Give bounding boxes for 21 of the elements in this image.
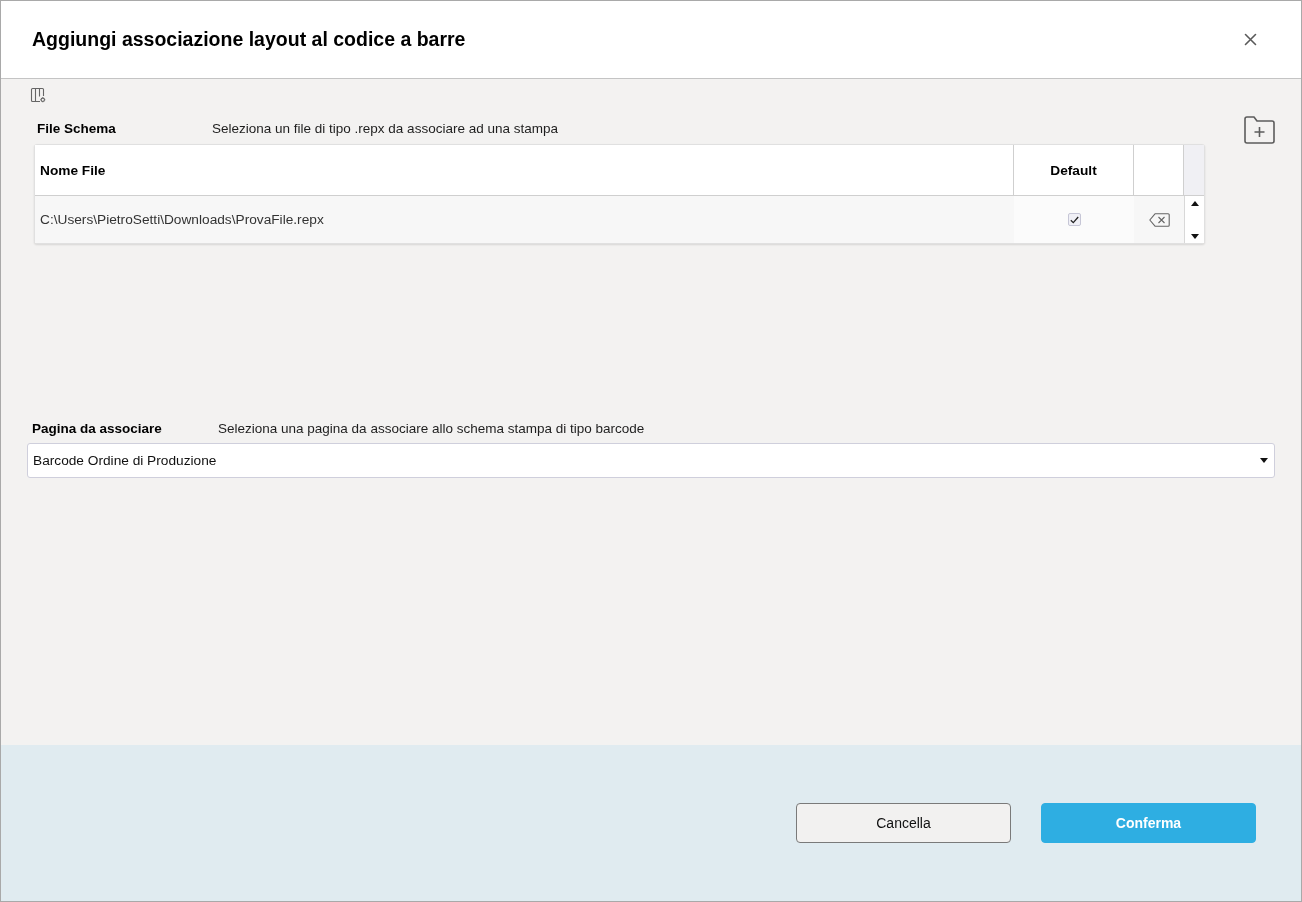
add-folder-button[interactable] bbox=[1244, 116, 1275, 144]
caret-icon bbox=[1260, 458, 1268, 463]
file-path-cell: C:\Users\PietroSetti\Downloads\ProvaFile.repx bbox=[35, 196, 1014, 243]
scrollbar[interactable] bbox=[1184, 196, 1204, 243]
default-checkbox[interactable] bbox=[1067, 213, 1081, 226]
section-label: Pagina da associare bbox=[32, 420, 163, 436]
close-button[interactable] bbox=[1244, 33, 1257, 46]
cancel-button[interactable]: Cancella bbox=[796, 803, 1011, 843]
column-header[interactable]: Nome File bbox=[35, 145, 1014, 196]
dialog-title: Aggiungi associazione layout al codice a barre bbox=[32, 28, 466, 51]
column-settings-icon[interactable] bbox=[30, 87, 46, 103]
section-label: File Schema bbox=[37, 120, 117, 136]
dropdown-value: Barcode Ordine di Produzione bbox=[33, 453, 217, 468]
delete-row-button[interactable] bbox=[1148, 212, 1170, 227]
page-dropdown[interactable]: Barcode Ordine di Produzione bbox=[27, 443, 1275, 478]
scroll-down-icon[interactable] bbox=[1190, 234, 1199, 239]
scrollbar-corner bbox=[1184, 145, 1204, 196]
section-description: Seleziona un file di tipo .repx da associare ad una stampa bbox=[212, 120, 558, 136]
scroll-up-icon[interactable] bbox=[1190, 201, 1199, 206]
section-description: Seleziona una pagina da associare allo schema stampa di tipo barcode bbox=[218, 420, 645, 436]
column-header[interactable]: Default bbox=[1014, 145, 1134, 196]
